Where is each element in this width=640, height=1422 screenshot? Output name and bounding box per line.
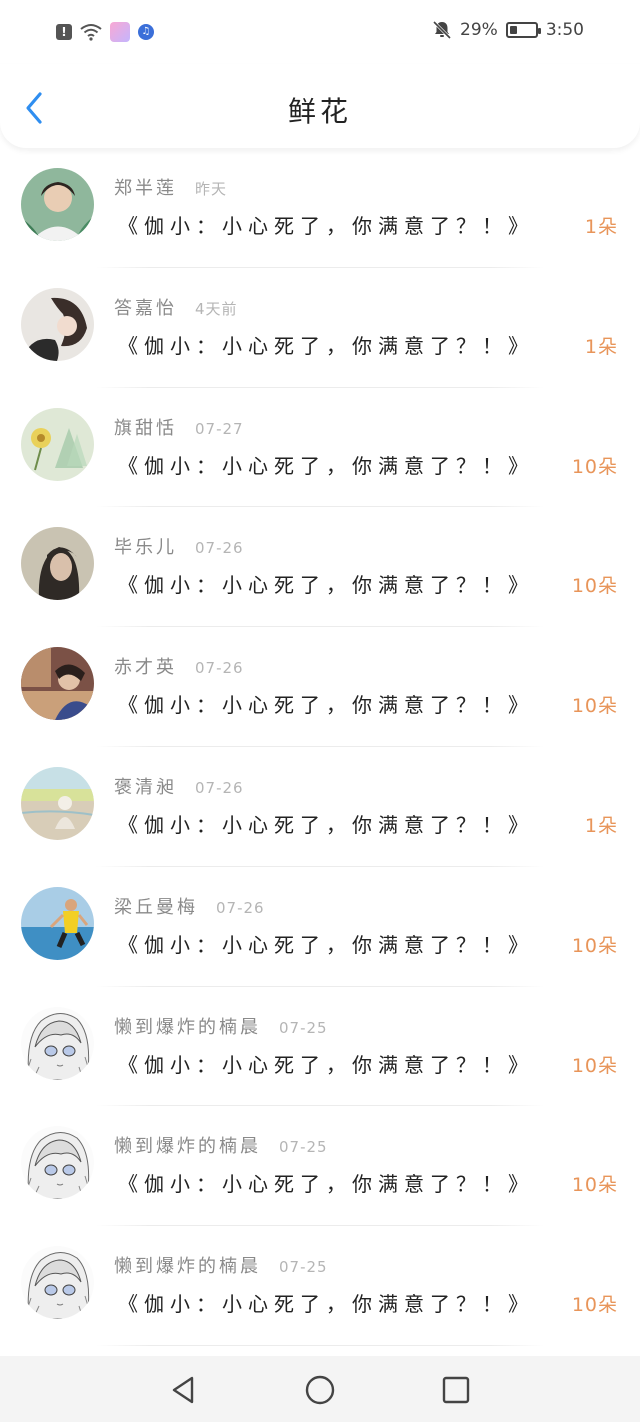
item-time: 07-25	[279, 1018, 328, 1037]
battery-level	[509, 26, 517, 34]
app-icon	[110, 22, 130, 42]
avatar[interactable]	[21, 886, 94, 960]
status-bar: ! ♫ 29% 3:50	[0, 0, 640, 64]
item-time: 07-26	[195, 659, 244, 678]
list-item[interactable]: 赤才英 07-26 《伽小：小心死了，你满意了？！》 10朵	[0, 627, 640, 747]
bell-off-icon	[432, 20, 452, 40]
avatar[interactable]	[21, 1126, 94, 1200]
nav-recents-button[interactable]	[440, 1374, 472, 1406]
user-name[interactable]: 懒到爆炸的楠晨	[114, 1132, 261, 1158]
item-time: 07-25	[279, 1258, 328, 1277]
user-name[interactable]: 毕乐儿	[114, 533, 177, 559]
list-item[interactable]: 懒到爆炸的楠晨 07-25 《伽小：小心死了，你满意了？！》 10朵	[0, 986, 640, 1107]
item-meta: 懒到爆炸的楠晨 07-25	[114, 1132, 328, 1158]
flower-count: 10朵	[571, 575, 618, 598]
flower-count: 1朵	[584, 335, 618, 358]
nav-home-button[interactable]	[304, 1374, 336, 1406]
flower-count: 1朵	[584, 814, 618, 837]
user-name[interactable]: 懒到爆炸的楠晨	[114, 1013, 261, 1039]
avatar[interactable]	[21, 647, 94, 721]
item-message: 《伽小：小心死了，你满意了？！》	[118, 1172, 534, 1197]
avatar[interactable]	[21, 1006, 94, 1080]
flower-count: 10朵	[571, 695, 618, 718]
item-time: 07-26	[195, 539, 244, 558]
divider	[96, 1344, 544, 1346]
avatar[interactable]	[21, 287, 94, 361]
page-title: 鲜花	[287, 95, 352, 128]
user-name[interactable]: 旗甜恬	[114, 414, 177, 440]
item-time: 07-26	[195, 778, 244, 797]
flower-count: 10朵	[571, 455, 618, 478]
list-item[interactable]: 旗甜恬 07-27 《伽小：小心死了，你满意了？！》 10朵	[0, 387, 640, 508]
flower-count: 10朵	[571, 1294, 618, 1317]
item-time: 07-25	[279, 1138, 328, 1157]
item-meta: 梁丘曼梅 07-26	[114, 893, 265, 919]
recents-square-icon	[442, 1376, 470, 1404]
item-meta: 毕乐儿 07-26	[114, 533, 244, 559]
user-name[interactable]: 答嘉怡	[114, 294, 177, 320]
list-item[interactable]: 毕乐儿 07-26 《伽小：小心死了，你满意了？！》 10朵	[0, 507, 640, 628]
user-name[interactable]: 褒清昶	[114, 773, 177, 799]
status-right: 29% 3:50	[432, 20, 584, 40]
avatar[interactable]	[21, 1246, 94, 1320]
item-message: 《伽小：小心死了，你满意了？！》	[118, 1052, 534, 1077]
user-name[interactable]: 懒到爆炸的楠晨	[114, 1252, 261, 1278]
flower-count: 10朵	[571, 934, 618, 957]
status-left: ! ♫	[56, 22, 154, 42]
list-item[interactable]: 懒到爆炸的楠晨 07-25 《伽小：小心死了，你满意了？！》 10朵	[0, 1106, 640, 1227]
app-header: 鲜花	[0, 64, 640, 148]
list-item[interactable]: 褒清昶 07-26 《伽小：小心死了，你满意了？！》 1朵	[0, 746, 640, 867]
list-item[interactable]: 梁丘曼梅 07-26 《伽小：小心死了，你满意了？！》 10朵	[0, 866, 640, 987]
avatar[interactable]	[21, 407, 94, 481]
clock: 3:50	[545, 20, 584, 40]
avatar[interactable]	[21, 766, 94, 840]
music-icon: ♫	[138, 24, 154, 40]
home-circle-icon	[305, 1375, 335, 1405]
item-time: 4天前	[195, 299, 238, 318]
item-meta: 赤才英 07-26	[114, 653, 244, 679]
back-triangle-icon	[172, 1376, 194, 1404]
user-name[interactable]: 郑半莲	[114, 174, 177, 200]
battery-percent: 29%	[460, 20, 498, 40]
flower-count: 10朵	[571, 1054, 618, 1077]
item-meta: 懒到爆炸的楠晨 07-25	[114, 1013, 328, 1039]
alert-icon: !	[56, 24, 72, 40]
item-meta: 答嘉怡 4天前	[114, 294, 238, 320]
wifi-icon	[80, 24, 102, 41]
item-message: 《伽小：小心死了，你满意了？！》	[118, 214, 534, 238]
item-time: 07-27	[195, 419, 244, 438]
item-message: 《伽小：小心死了，你满意了？！》	[118, 333, 534, 358]
flower-count: 1朵	[584, 216, 618, 238]
item-message: 《伽小：小心死了，你满意了？！》	[118, 932, 534, 957]
item-meta: 懒到爆炸的楠晨 07-25	[114, 1252, 328, 1278]
item-time: 07-26	[216, 898, 265, 917]
battery-icon	[505, 22, 541, 38]
avatar[interactable]	[21, 527, 94, 601]
flower-list: 郑半莲 昨天 《伽小：小心死了，你满意了？！》 1朵 答嘉怡 4天前 《伽小：小心死了，你满…	[0, 148, 640, 1346]
item-message: 《伽小：小心死了，你满意了？！》	[118, 573, 534, 598]
item-meta: 郑半莲 昨天	[114, 174, 227, 200]
item-message: 《伽小：小心死了，你满意了？！》	[118, 693, 534, 718]
list-item[interactable]: 郑半莲 昨天《伽小：小心死了，你满意了？！》 1朵	[0, 148, 640, 268]
user-name[interactable]: 赤才英	[114, 653, 177, 679]
flower-count: 10朵	[571, 1174, 618, 1197]
screen: ! ♫ 29% 3:50 鲜花 郑半莲 昨天 《伽小：小心死了，你满意了？！》 …	[0, 0, 640, 1422]
item-meta: 旗甜恬 07-27	[114, 414, 244, 440]
item-meta: 褒清昶 07-26	[114, 773, 244, 799]
list-item[interactable]: 答嘉怡 4天前《伽小：小心死了，你满意了？！》 1朵	[0, 267, 640, 388]
item-time: 昨天	[195, 180, 228, 198]
nav-back-button[interactable]	[168, 1374, 200, 1406]
system-nav-bar	[0, 1356, 640, 1422]
list-item[interactable]: 懒到爆炸的楠晨 07-25 《伽小：小心死了，你满意了？！》 10朵	[0, 1226, 640, 1346]
item-message: 《伽小：小心死了，你满意了？！》	[118, 1292, 534, 1317]
avatar[interactable]	[21, 168, 94, 241]
user-name[interactable]: 梁丘曼梅	[114, 893, 198, 919]
item-message: 《伽小：小心死了，你满意了？！》	[118, 812, 534, 837]
item-message: 《伽小：小心死了，你满意了？！》	[118, 453, 534, 478]
